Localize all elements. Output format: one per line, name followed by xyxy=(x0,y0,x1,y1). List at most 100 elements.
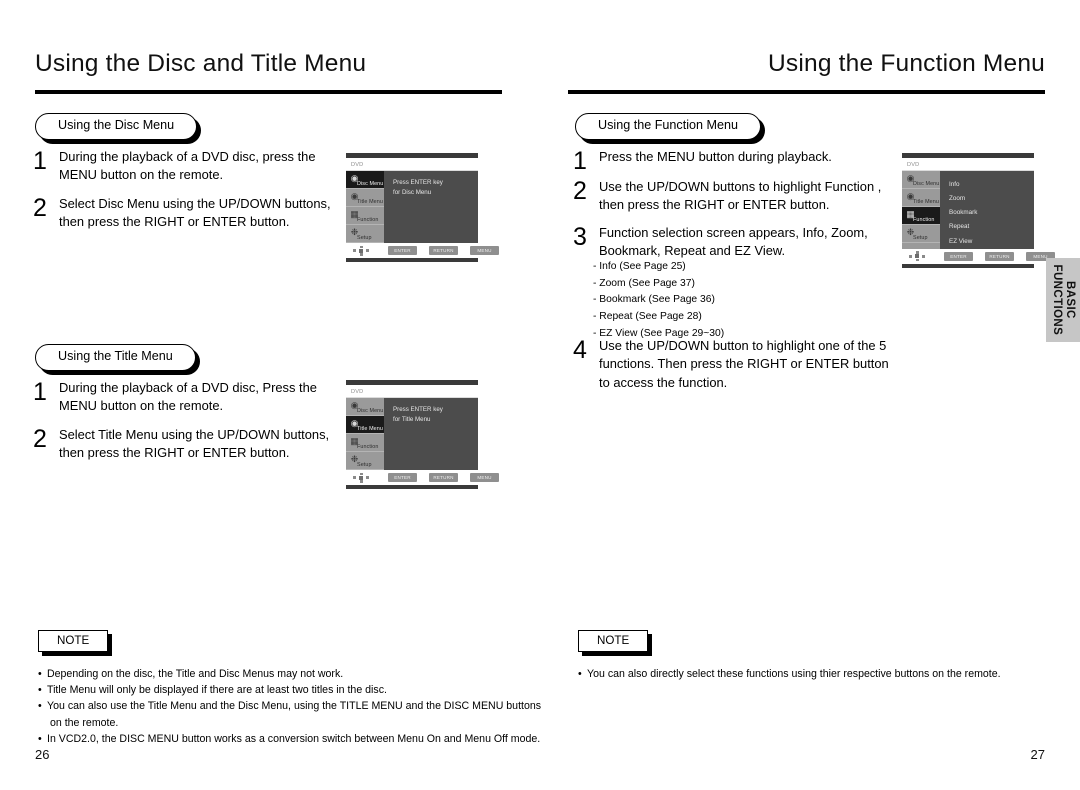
screen-menu-item-ez-view[interactable]: EZ View xyxy=(949,235,1034,249)
sidebar-item-title-menu[interactable]: ◉ Title Menu xyxy=(902,189,940,207)
sidebar-item-disc-menu[interactable]: ◉ Disc Menu xyxy=(902,171,940,189)
sidebar-item-setup[interactable]: ❉ Setup xyxy=(902,225,940,243)
key-enter[interactable]: ENTER xyxy=(388,473,417,482)
function-reference-item: - Info (See Page 25) xyxy=(593,261,686,272)
step-item: 4 Use the UP/DOWN button to highlight on… xyxy=(573,337,889,392)
screen-key-bar: ENTER RETURN MENU xyxy=(346,470,499,485)
sidebar-item-label: Title Menu xyxy=(913,199,939,205)
screen-key-group: ENTER RETURN MENU xyxy=(388,246,499,255)
step-text: During the playback of a DVD disc, press… xyxy=(53,148,316,185)
sidebar-item-label: Disc Menu xyxy=(913,181,940,187)
chapter-side-tab-label: BASIC FUNCTIONS xyxy=(1050,265,1076,336)
note-title: NOTE xyxy=(578,630,649,652)
screen-menu-item-info[interactable]: Info xyxy=(949,178,1034,192)
key-enter[interactable]: ENTER xyxy=(944,251,973,261)
right-page-header: Using the Function Menu xyxy=(568,50,1045,94)
sidebar-item-setup[interactable]: ❉ Setup xyxy=(346,225,384,243)
screen-sidebar: ◉ Disc Menu ◉ Title Menu ▦ Function ❉ Se… xyxy=(346,398,384,470)
step-line: then press the RIGHT or ENTER button. xyxy=(599,197,830,213)
function-icon: ▦ xyxy=(350,436,359,446)
step-line: Function selection screen appears, Info,… xyxy=(599,225,868,240)
key-menu[interactable]: MENU xyxy=(470,246,499,255)
key-menu[interactable]: MENU xyxy=(470,473,499,482)
side-tab-line-1: BASIC xyxy=(1063,281,1076,319)
note-bullet: • In VCD2.0, the DISC MENU button works … xyxy=(38,731,540,747)
sidebar-item-setup[interactable]: ❉ Setup xyxy=(346,452,384,470)
screen-content-line: Press ENTER key xyxy=(393,179,443,186)
bullet-dot: • xyxy=(578,668,582,680)
sidebar-item-label: Disc Menu xyxy=(357,181,384,187)
manual-page-spread: Using the Disc and Title Menu Using the … xyxy=(0,0,1080,790)
screen-menu-item-zoom[interactable]: Zoom xyxy=(949,192,1034,206)
step-line: MENU button on the remote. xyxy=(59,167,224,183)
sidebar-item-label: Function xyxy=(357,217,379,223)
step-item: 1 During the playback of a DVD disc, pre… xyxy=(33,148,316,185)
step-line: then press the RIGHT or ENTER button. xyxy=(59,214,290,230)
note-bullet-continuation: on the remote. xyxy=(50,716,119,729)
disc-type-label: DVD xyxy=(351,162,364,168)
screen-key-bar: ENTER RETURN MENU xyxy=(346,243,499,258)
sidebar-item-function[interactable]: ▦ Function xyxy=(346,207,384,225)
step-number: 1 xyxy=(33,147,47,175)
badge-label: Using the Disc Menu xyxy=(35,113,198,140)
header-rule xyxy=(568,90,1045,94)
note-bullet-text: Depending on the disc, the Title and Dis… xyxy=(47,668,344,680)
sidebar-item-title-menu[interactable]: ◉ Title Menu xyxy=(346,189,384,207)
sidebar-item-function[interactable]: ▦ Function xyxy=(902,207,940,225)
function-icon: ▦ xyxy=(350,209,359,219)
note-bullet: • Title Menu will only be displayed if t… xyxy=(38,682,508,698)
section-badge-disc-menu: Using the Disc Menu xyxy=(35,113,202,144)
step-text: Use the UP/DOWN button to highlight one … xyxy=(593,337,889,392)
disc-menu-icon: ◉ xyxy=(350,400,359,410)
screen-bottom-bezel xyxy=(902,263,1034,268)
sidebar-item-label: Disc Menu xyxy=(357,408,384,414)
key-return[interactable]: RETURN xyxy=(429,473,458,482)
step-number: 4 xyxy=(573,336,587,364)
page-number-left: 26 xyxy=(35,747,50,762)
step-line: Select Title Menu using the UP/DOWN butt… xyxy=(59,427,330,442)
bullet-dot: • xyxy=(38,700,42,713)
note-title: NOTE xyxy=(38,630,109,652)
screen-key-bar: ENTER RETURN MENU xyxy=(902,248,1055,264)
note-block-right: NOTE • You can also directly select thes… xyxy=(578,630,1048,682)
step-line: Select Disc Menu using the UP/DOWN butto… xyxy=(59,196,331,211)
note-bullet-text: You can also use the Title Menu and the … xyxy=(47,700,542,713)
page-number-right: 27 xyxy=(1030,747,1045,762)
sidebar-item-function[interactable]: ▦ Function xyxy=(346,434,384,452)
step-line: Bookmark, Repeat and EZ View. xyxy=(599,243,786,259)
sidebar-item-disc-menu[interactable]: ◉ Disc Menu xyxy=(346,171,384,189)
step-text: Press the MENU button during playback. xyxy=(593,148,832,166)
left-page-header: Using the Disc and Title Menu xyxy=(35,50,502,94)
badge-label: Using the Function Menu xyxy=(575,113,762,140)
step-text: Select Disc Menu using the UP/DOWN butto… xyxy=(53,195,331,232)
step-item: 3 Function selection screen appears, Inf… xyxy=(573,224,868,261)
sidebar-item-disc-menu[interactable]: ◉ Disc Menu xyxy=(346,398,384,416)
step-line: to access the function. xyxy=(599,374,728,390)
title-menu-icon: ◉ xyxy=(350,191,359,201)
key-return[interactable]: RETURN xyxy=(429,246,458,255)
step-line: MENU button on the remote. xyxy=(59,398,224,414)
screen-sidebar: ◉ Disc Menu ◉ Title Menu ▦ Function ❉ Se… xyxy=(902,171,940,249)
dpad-icon xyxy=(352,245,370,256)
screen-menu-item-repeat[interactable]: Repeat xyxy=(949,220,1034,234)
step-item: 2 Select Disc Menu using the UP/DOWN but… xyxy=(33,195,331,232)
step-line: Use the UP/DOWN button to highlight one … xyxy=(599,338,887,353)
key-return[interactable]: RETURN xyxy=(985,251,1014,261)
screen-key-group: ENTER RETURN MENU xyxy=(944,251,1055,261)
step-number: 1 xyxy=(33,378,47,406)
section-badge-title-menu: Using the Title Menu xyxy=(35,344,200,375)
dpad-icon xyxy=(908,251,926,262)
key-enter[interactable]: ENTER xyxy=(388,246,417,255)
disc-menu-icon: ◉ xyxy=(906,173,915,183)
screen-key-group: ENTER RETURN MENU xyxy=(388,473,499,482)
sidebar-item-label: Title Menu xyxy=(357,199,383,205)
screen-menu-item-bookmark[interactable]: Bookmark xyxy=(949,206,1034,220)
right-page: Using the Function Menu Using the Functi… xyxy=(540,0,1080,790)
sidebar-item-title-menu[interactable]: ◉ Title Menu xyxy=(346,416,384,434)
screen-bottom-bezel xyxy=(346,485,478,489)
setup-gear-icon: ❉ xyxy=(350,227,359,237)
note-bullet-text: Title Menu will only be displayed if the… xyxy=(47,684,387,697)
screen-body: ◉ Disc Menu ◉ Title Menu ▦ Function ❉ Se… xyxy=(902,171,1034,249)
section-badge-function-menu: Using the Function Menu xyxy=(575,113,766,144)
screen-content: Info Zoom Bookmark Repeat EZ View xyxy=(940,171,1034,249)
